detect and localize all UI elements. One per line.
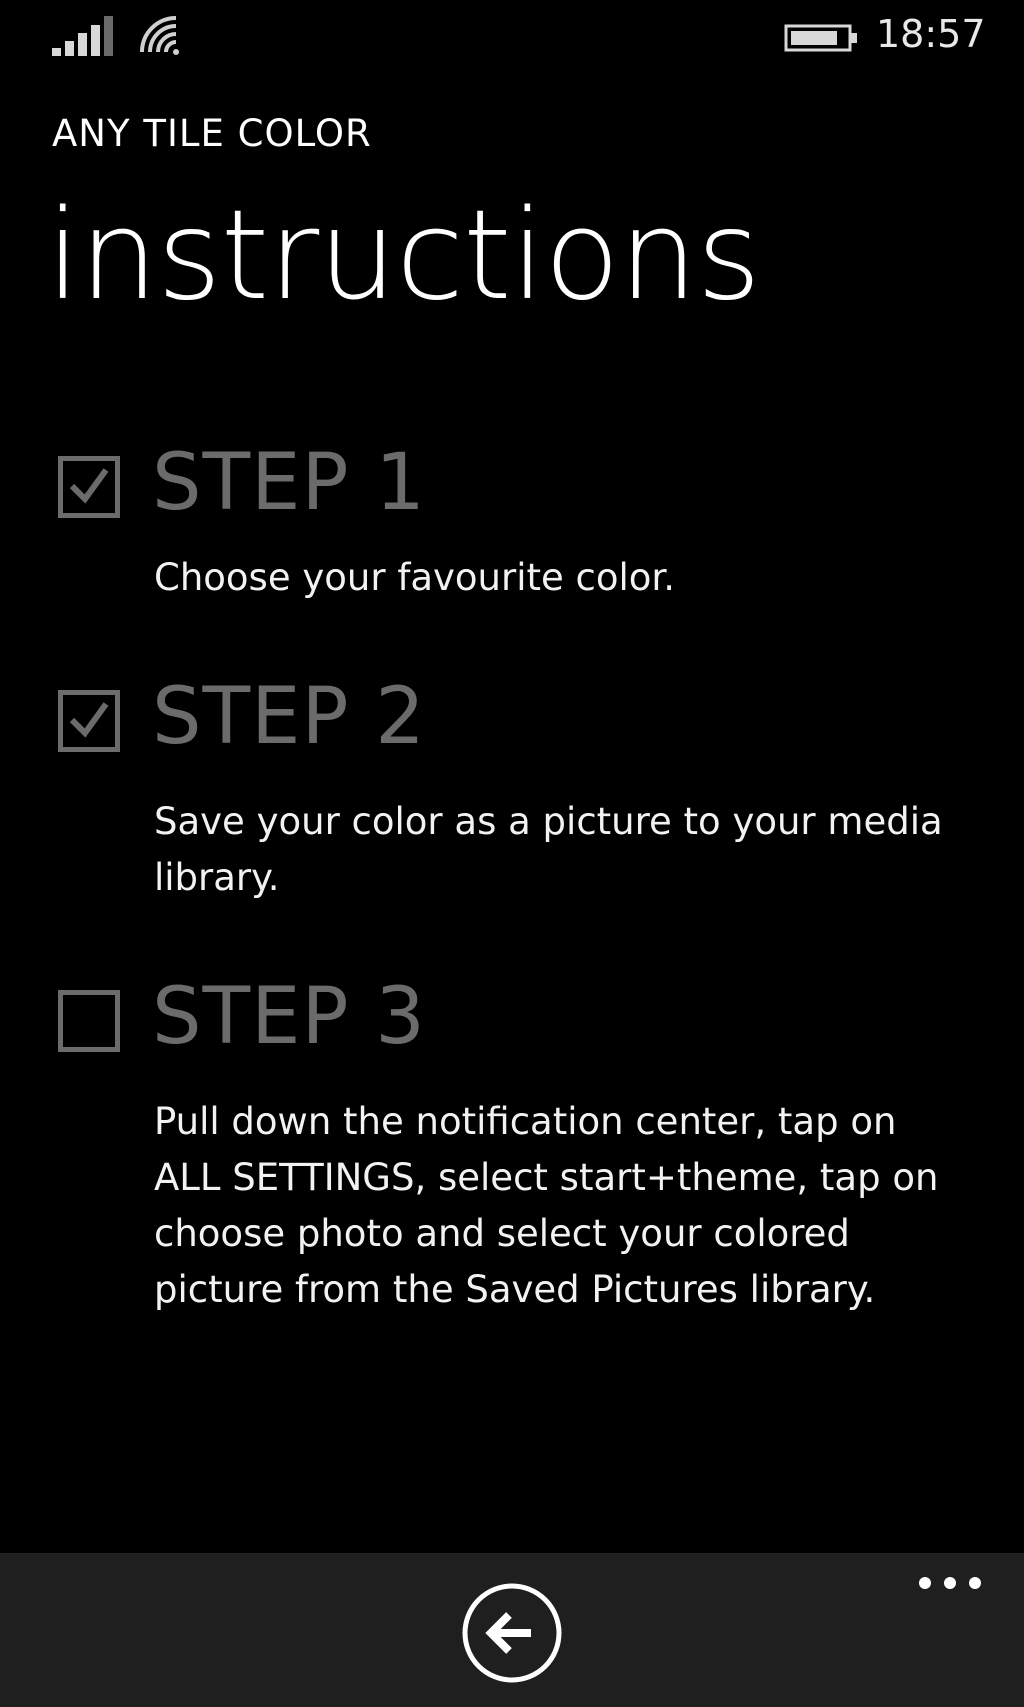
step-title: STEP 2 — [152, 672, 426, 762]
back-arrow-icon[interactable] — [461, 1582, 563, 1684]
app-title: ANY TILE COLOR — [52, 112, 372, 155]
page-title: instructions — [46, 184, 761, 328]
step-title: STEP 3 — [152, 972, 426, 1062]
checkbox-unchecked-icon[interactable] — [58, 990, 120, 1052]
checkbox-checked-icon[interactable] — [58, 456, 120, 518]
status-bar: 18:57 — [0, 0, 1024, 70]
wifi-icon — [140, 16, 179, 55]
step-title: STEP 1 — [152, 438, 426, 528]
signal-icon — [52, 16, 113, 56]
battery-icon — [784, 24, 857, 52]
more-options-icon[interactable] — [910, 1562, 990, 1608]
step-description: Choose your favourite color. — [154, 556, 675, 599]
step-description: Save your color as a picture to your med… — [154, 800, 943, 899]
step-description: Pull down the notification center, tap o… — [154, 1100, 939, 1311]
clock: 18:57 — [876, 12, 986, 56]
checkbox-checked-icon[interactable] — [58, 690, 120, 752]
